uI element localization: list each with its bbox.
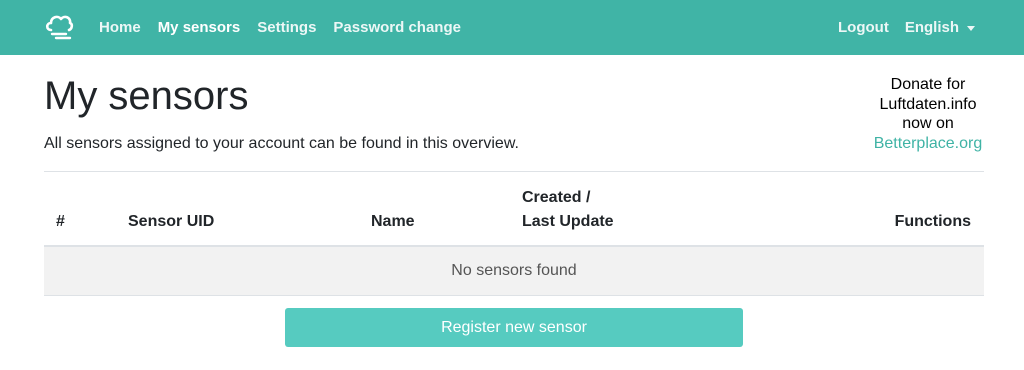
nav-right: Logout English [822, 0, 975, 55]
top-navbar: Home My sensors Settings Password change… [0, 0, 1024, 55]
register-sensor-button[interactable]: Register new sensor [285, 308, 743, 347]
language-label: English [904, 19, 959, 36]
page-title: My sensors [44, 74, 249, 118]
nav-home-link[interactable]: Home [99, 19, 141, 36]
betterplace-link[interactable]: Betterplace.org [874, 135, 983, 152]
nav-password-change-link[interactable]: Password change [333, 19, 461, 36]
empty-table-row: No sensors found [44, 247, 984, 296]
page-description: All sensors assigned to your account can… [44, 135, 519, 152]
sensor-table-header: # Sensor UID Name Created / Last Update … [44, 172, 984, 247]
language-dropdown[interactable]: English [905, 19, 975, 36]
donate-line-2: Luftdaten.info [879, 95, 977, 113]
column-header-created: Created / [522, 189, 591, 206]
donate-box: Donate for Luftdaten.info now on Betterp… [866, 75, 990, 153]
caret-down-icon [967, 25, 975, 31]
nav-links: Home My sensors Settings Password change [99, 0, 478, 55]
nav-settings-link[interactable]: Settings [257, 19, 316, 36]
column-header-functions: Functions [894, 213, 971, 230]
column-header-name: Name [371, 213, 415, 230]
donate-line-1: Donate for [890, 76, 966, 93]
cloud-logo-icon[interactable] [44, 12, 76, 42]
column-header-index: # [56, 213, 65, 230]
nav-my-sensors-link[interactable]: My sensors [158, 19, 241, 36]
column-header-sensor-uid: Sensor UID [128, 213, 215, 230]
column-header-last-update: Last Update [522, 213, 614, 230]
donate-line-3: now on [902, 115, 954, 132]
logout-link[interactable]: Logout [838, 19, 889, 36]
